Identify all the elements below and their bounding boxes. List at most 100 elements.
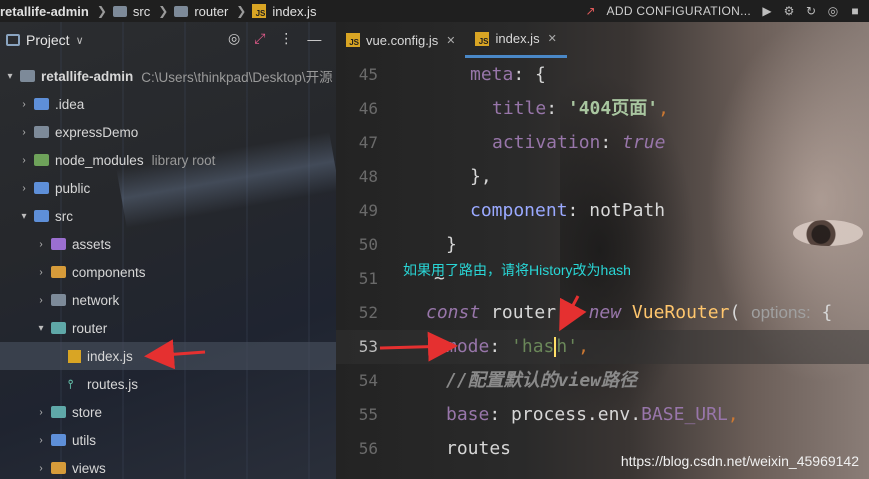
tree-item-label: src xyxy=(55,208,73,224)
tree-item-label: router xyxy=(72,320,108,336)
code-token: router = xyxy=(480,302,589,323)
code-token: routes xyxy=(446,438,512,459)
code-token: : { xyxy=(513,64,546,85)
code-line-54: //配置默认的view路径 xyxy=(406,364,869,398)
chevron-right-icon[interactable]: › xyxy=(18,155,30,166)
chevron-right-icon: ❯ xyxy=(236,4,247,18)
tree-item-utils[interactable]: › utils xyxy=(0,426,336,454)
code-comment: //配置默认的view路径 xyxy=(446,370,638,391)
chevron-right-icon[interactable]: › xyxy=(35,407,47,418)
code-line-50: } xyxy=(406,228,869,262)
line-number: 49 xyxy=(358,201,378,220)
collapse-all-icon[interactable]: ⤢ xyxy=(254,30,265,47)
tree-item-expressdemo[interactable]: › expressDemo xyxy=(0,118,336,146)
tree-item-views[interactable]: › views xyxy=(0,454,336,479)
stop-icon[interactable]: ■ xyxy=(849,5,861,17)
chevron-right-icon: ❯ xyxy=(96,4,107,18)
close-icon[interactable]: ✕ xyxy=(446,34,455,47)
tree-item-label: public xyxy=(55,180,91,196)
code-token: const xyxy=(426,302,481,323)
tree-item-node-modules[interactable]: › node_modules library root xyxy=(0,146,336,174)
line-number-gutter: 45 46 47 48 49 50 51 52 53 54 55 56 xyxy=(336,58,406,466)
code-token: 'has xyxy=(511,336,555,357)
folder-icon xyxy=(34,126,49,138)
chevron-right-icon[interactable]: › xyxy=(35,463,47,474)
tree-item-idea[interactable]: › .idea xyxy=(0,90,336,118)
chevron-right-icon[interactable]: › xyxy=(35,267,47,278)
profile-icon[interactable]: ◎ xyxy=(827,5,839,17)
code-line-48: }, xyxy=(406,160,869,194)
run-icon[interactable]: ▶ xyxy=(761,5,773,17)
tree-item-label: utils xyxy=(72,432,97,448)
line-number: 48 xyxy=(358,167,378,186)
code-token: title xyxy=(492,98,547,119)
code-token: : xyxy=(546,98,568,119)
watermark-text: https://blog.csdn.net/weixin_45969142 xyxy=(620,453,859,469)
add-configuration-button[interactable]: ADD CONFIGURATION... xyxy=(607,4,751,18)
tree-item-retallife-admin[interactable]: ▾ retallife-admin C:\Users\thinkpad\Desk… xyxy=(0,62,336,90)
line-number: 52 xyxy=(358,303,378,322)
chevron-right-icon: ❯ xyxy=(158,4,169,18)
project-panel-title: Project xyxy=(26,32,70,48)
debug-icon[interactable]: ⚙ xyxy=(783,5,795,17)
folder-icon xyxy=(20,70,35,82)
chevron-right-icon[interactable]: › xyxy=(35,435,47,446)
tree-item-public[interactable]: › public xyxy=(0,174,336,202)
chevron-down-icon[interactable]: ▾ xyxy=(18,211,30,222)
folder-icon xyxy=(51,406,66,418)
tree-item-path: C:\Users\thinkpad\Desktop\开源 xyxy=(141,70,333,85)
code-token: base xyxy=(446,404,490,425)
chevron-right-icon[interactable]: › xyxy=(18,183,30,194)
chevron-right-icon[interactable]: › xyxy=(18,99,30,110)
tab-vue-config-js[interactable]: JS vue.config.js ✕ xyxy=(336,22,465,58)
folder-icon xyxy=(51,322,66,334)
line-number: 50 xyxy=(358,235,378,254)
tree-item-label: node_modules xyxy=(55,152,144,168)
folder-icon xyxy=(174,5,189,17)
chevron-down-icon[interactable]: ▾ xyxy=(35,323,47,334)
code-line-47: activation: true xyxy=(406,126,869,160)
chevron-down-icon[interactable]: ▾ xyxy=(4,71,16,82)
code-line-52: const router = new VueRouter( options: { xyxy=(406,296,869,330)
locate-icon[interactable]: ◎ xyxy=(228,30,240,47)
code-token: component xyxy=(470,200,568,221)
code-token: , xyxy=(578,336,589,357)
breadcrumb-project[interactable]: retallife-admin xyxy=(0,4,89,19)
code-token: mode xyxy=(446,336,490,357)
tree-item-label: expressDemo xyxy=(55,124,139,140)
tree-item-store[interactable]: › store xyxy=(0,398,336,426)
minimize-icon[interactable]: — xyxy=(307,31,321,47)
breadcrumb-file[interactable]: JS index.js xyxy=(252,4,316,19)
close-icon[interactable]: ✕ xyxy=(548,32,557,45)
hammer-icon[interactable]: ↗ xyxy=(585,5,597,17)
tree-item-label: network xyxy=(72,292,120,308)
tree-item-routes-js[interactable]: ⫯ routes.js xyxy=(0,370,336,398)
line-number: 55 xyxy=(358,405,378,424)
parameter-hint: options: xyxy=(751,303,811,322)
tree-item-assets[interactable]: › assets xyxy=(0,230,336,258)
folder-icon xyxy=(51,266,66,278)
js-file-icon: JS xyxy=(346,33,360,47)
folder-icon xyxy=(34,182,49,194)
more-options-icon[interactable]: ⋮ xyxy=(279,30,293,47)
coverage-icon[interactable]: ↻ xyxy=(805,5,817,17)
editor-tabs: JS vue.config.js ✕ JS index.js ✕ xyxy=(336,22,869,58)
code-line-53: mode: 'has h', xyxy=(406,330,869,364)
code-token: 页面 xyxy=(611,98,648,119)
tree-item-network[interactable]: › network xyxy=(0,286,336,314)
chevron-down-icon: ∨ xyxy=(75,34,84,47)
code-line-46: title: '404页面', xyxy=(406,92,869,126)
chevron-right-icon[interactable]: › xyxy=(18,127,30,138)
code-token: }, xyxy=(470,166,492,187)
breadcrumb-project-label: retallife-admin xyxy=(0,3,89,19)
tree-item-components[interactable]: › components xyxy=(0,258,336,286)
breadcrumb-src[interactable]: src xyxy=(112,4,150,19)
breadcrumb-router[interactable]: router xyxy=(174,4,228,19)
tree-item-index-js[interactable]: index.js xyxy=(0,342,336,370)
chevron-right-icon[interactable]: › xyxy=(35,239,47,250)
tree-item-router[interactable]: ▾ router xyxy=(0,314,336,342)
tree-item-src[interactable]: ▾ src xyxy=(0,202,336,230)
chevron-right-icon[interactable]: › xyxy=(35,295,47,306)
tab-index-js[interactable]: JS index.js ✕ xyxy=(465,22,567,58)
folder-icon xyxy=(51,434,66,446)
